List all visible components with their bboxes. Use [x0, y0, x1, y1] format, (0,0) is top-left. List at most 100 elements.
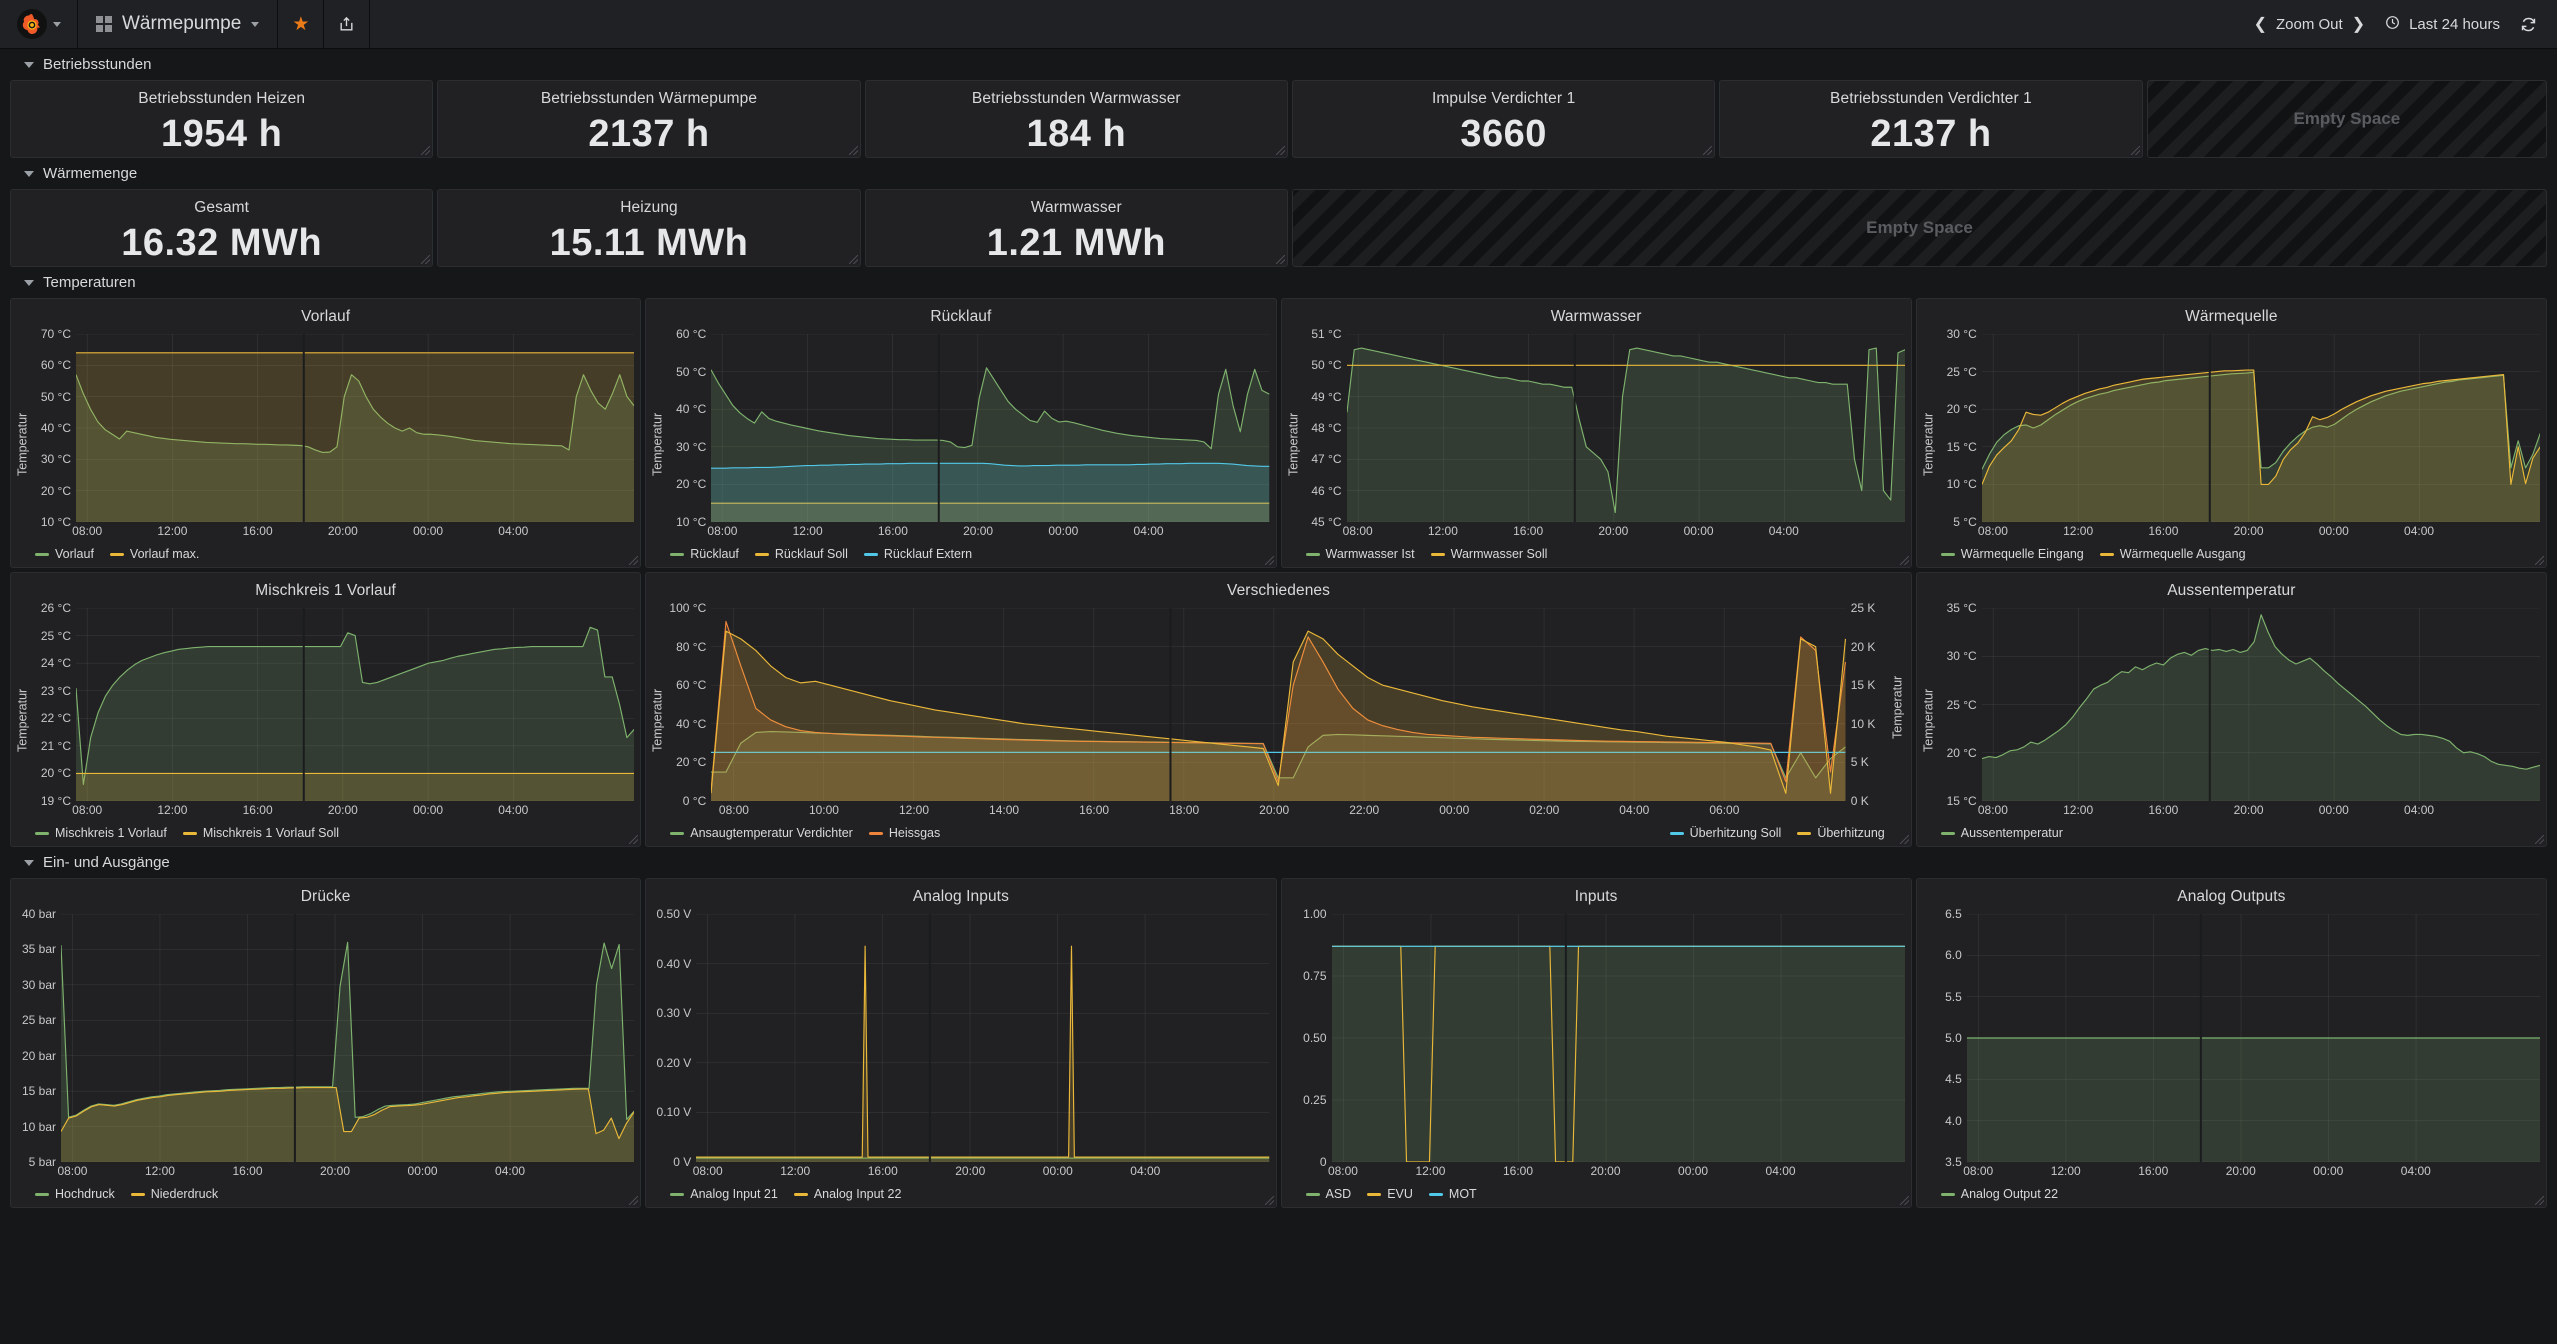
legend-item[interactable]: Wärmequelle Eingang: [1940, 547, 2084, 561]
legend-item[interactable]: Vorlauf max.: [109, 547, 199, 561]
legend: Wärmequelle Eingang Wärmequelle Ausgang: [1917, 546, 2546, 567]
stat-panel[interactable]: Betriebsstunden Heizen 1954 h: [10, 80, 434, 158]
legend-item[interactable]: MOT: [1428, 1187, 1477, 1201]
legend-item[interactable]: EVU: [1367, 1187, 1413, 1201]
legend-item[interactable]: Rücklauf Extern: [863, 547, 972, 561]
stat-panel[interactable]: Warmwasser 1.21 MWh: [864, 189, 1288, 267]
panel-resize-grip[interactable]: [629, 1196, 639, 1205]
legend-color-swatch: [35, 552, 49, 556]
legend-item[interactable]: Vorlauf: [35, 547, 94, 561]
panel-row-waermemenge: Gesamt 16.32 MWh Heizung 15.11 MWh Warmwasse…: [6, 189, 2551, 267]
panel-resize-grip[interactable]: [2130, 146, 2140, 155]
panel-resize-grip[interactable]: [2534, 835, 2544, 844]
graph-panel[interactable]: Mischkreis 1 Vorlauf Temperatur 19 °C 20 °C…: [10, 572, 642, 847]
graph-panel[interactable]: Drücke 5 bar 10 bar 15 bar 20 bar 25 bar 30 ba…: [10, 878, 642, 1208]
graph-panel[interactable]: Rücklauf Temperatur 10 °C 20 °C 30 °C 40 °C 50…: [645, 298, 1277, 568]
empty-space-label: Empty Space: [1866, 218, 1973, 237]
panel-title: Impulse Verdichter 1: [1432, 90, 1576, 107]
stat-panel[interactable]: Heizung 15.11 MWh: [437, 189, 861, 267]
legend-item[interactable]: Ansaugtemperatur Verdichter: [670, 826, 853, 840]
stat-panel[interactable]: Gesamt 16.32 MWh: [10, 189, 434, 267]
panel-resize-grip[interactable]: [2535, 1196, 2544, 1205]
legend-item[interactable]: Rücklauf: [670, 547, 739, 561]
graph-panel[interactable]: Vorlauf Temperatur 10 °C 20 °C 30 °C 40 °C 50 …: [10, 298, 642, 568]
legend-item[interactable]: Niederdruck: [130, 1187, 218, 1201]
favorite-button[interactable]: ★: [278, 0, 325, 48]
row-header-temperaturen[interactable]: Temperaturen: [6, 267, 2551, 298]
empty-space-panel: Empty Space: [2146, 80, 2547, 158]
panel-resize-grip[interactable]: [1899, 556, 1909, 565]
legend-item[interactable]: Mischkreis 1 Vorlauf Soll: [182, 826, 339, 840]
legend-item[interactable]: Analog Input 21: [670, 1187, 778, 1201]
panel-resize-grip[interactable]: [421, 146, 431, 155]
legend-item[interactable]: Heissgas: [868, 826, 940, 840]
legend-item[interactable]: Analog Output 22: [1940, 1187, 2058, 1201]
legend-item[interactable]: Überhitzung: [1797, 826, 1885, 840]
panel-title: Warmwasser: [1030, 199, 1122, 216]
graph-panel[interactable]: Analog Inputs 0 V 0.10 V 0.20 V 0.30 V 0.40 V…: [645, 878, 1277, 1208]
panel-resize-grip[interactable]: [1899, 835, 1909, 844]
row-header-betriebsstunden[interactable]: Betriebsstunden: [6, 49, 2551, 80]
chevron-left-icon[interactable]: ❮: [2254, 14, 2267, 34]
graph-panel[interactable]: Warmwasser Temperatur 45 °C 46 °C 47 °C 48 °C…: [1280, 298, 1912, 568]
panel-resize-grip[interactable]: [1703, 146, 1713, 155]
legend-item[interactable]: ASD: [1305, 1187, 1351, 1201]
plot-wrapper: 08:00 12:00 16:00 20:00 00:00 04:00: [72, 328, 635, 546]
y-tick-label: 20 bar: [21, 1048, 56, 1063]
time-range-picker[interactable]: Last 24 hours: [2375, 0, 2510, 49]
graph-panel[interactable]: Aussentemperatur Temperatur 15 °C 20 °C 25 °…: [1915, 572, 2547, 847]
panel-resize-grip[interactable]: [1264, 1196, 1274, 1205]
panel-title: Analog Outputs: [2177, 888, 2286, 905]
time-range-label[interactable]: Last 24 hours: [2409, 16, 2500, 33]
panel-resize-grip[interactable]: [1264, 556, 1274, 565]
plot-wrapper: 08:00 12:00 16:00 20:00 00:00 04:00: [707, 328, 1270, 546]
panel-resize-grip[interactable]: [1899, 1196, 1909, 1205]
y-tick-label: 40 °C: [676, 716, 707, 731]
panel-resize-grip[interactable]: [2535, 556, 2544, 565]
y-axis-ticks: 0 V 0.10 V 0.20 V 0.30 V 0.40 V 0.50 V: [650, 907, 696, 1186]
y-tick-label: 20 °C: [1946, 745, 1977, 760]
y-tick-label: 20 °C: [676, 755, 707, 770]
panel-resize-grip[interactable]: [1275, 146, 1285, 155]
y-tick-label: 0.30 V: [656, 1006, 692, 1021]
panel-resize-grip[interactable]: [848, 146, 858, 155]
zoom-out-control[interactable]: ❮ Zoom Out ❯: [2244, 0, 2376, 49]
chevron-down-icon[interactable]: [52, 21, 61, 27]
legend-item[interactable]: Warmwasser Ist: [1305, 547, 1415, 561]
legend-item[interactable]: Analog Input 22: [793, 1187, 901, 1201]
legend-item[interactable]: Aussentemperatur: [1940, 826, 2063, 840]
chevron-right-icon[interactable]: ❯: [2352, 14, 2365, 34]
panel-resize-grip[interactable]: [1275, 255, 1285, 264]
refresh-button[interactable]: [2510, 0, 2547, 49]
chevron-down-icon[interactable]: [251, 21, 260, 27]
legend-item[interactable]: Mischkreis 1 Vorlauf: [35, 826, 167, 840]
graph-panel[interactable]: Verschiedenes Temperatur 0 °C 20 °C 40 °C 60 …: [645, 572, 1912, 847]
stat-panel[interactable]: Betriebsstunden Warmwasser 184 h: [864, 80, 1288, 158]
dashboard-picker[interactable]: Wärmepumpe: [78, 0, 279, 48]
legend-label: Rücklauf Soll: [774, 547, 848, 561]
panel-resize-grip[interactable]: [421, 255, 431, 264]
plot-wrapper: 08:00 12:00 16:00 20:00 00:00 04:00: [1978, 328, 2540, 546]
legend-item[interactable]: Wärmequelle Ausgang: [2099, 547, 2246, 561]
row-header-waermemenge[interactable]: Wärmemenge: [6, 158, 2551, 189]
stat-panel[interactable]: Betriebsstunden Wärmepumpe 2137 h: [437, 80, 861, 158]
stat-panel[interactable]: Betriebsstunden Verdichter 1 2137 h: [1719, 80, 2143, 158]
x-tick-label: 00:00: [1048, 524, 1079, 538]
legend-item[interactable]: Warmwasser Soll: [1430, 547, 1547, 561]
y-axis-ticks: 0 °C 20 °C 40 °C 60 °C 80 °C 100 °C: [665, 601, 711, 825]
legend-item[interactable]: Überhitzung Soll: [1669, 826, 1781, 840]
stat-panel[interactable]: Impulse Verdichter 1 3660: [1291, 80, 1716, 158]
share-button[interactable]: [324, 0, 371, 48]
legend-item[interactable]: Hochdruck: [35, 1187, 115, 1201]
graph-panel[interactable]: Wärmequelle Temperatur 5 °C 10 °C 15 °C 20 °C…: [1915, 298, 2547, 568]
panel-resize-grip[interactable]: [848, 255, 858, 264]
panel-resize-grip[interactable]: [629, 835, 639, 844]
panel-title: Rücklauf: [930, 308, 992, 325]
grafana-home-button[interactable]: [0, 0, 78, 48]
row-header-ein-und-ausgaenge[interactable]: Ein- und Ausgänge: [6, 847, 2551, 878]
panel-resize-grip[interactable]: [629, 556, 639, 565]
graph-panel[interactable]: Inputs 0 0.25 0.50 0.75 1.00 08:00 12:00 16:00 20…: [1280, 878, 1912, 1208]
legend-item[interactable]: Rücklauf Soll: [754, 547, 848, 561]
graph-panel[interactable]: Analog Outputs 3.5 4.0 4.5 5.0 5.5 6.0 6.5 08:00…: [1915, 878, 2547, 1208]
zoom-out-label[interactable]: Zoom Out: [2276, 16, 2343, 33]
